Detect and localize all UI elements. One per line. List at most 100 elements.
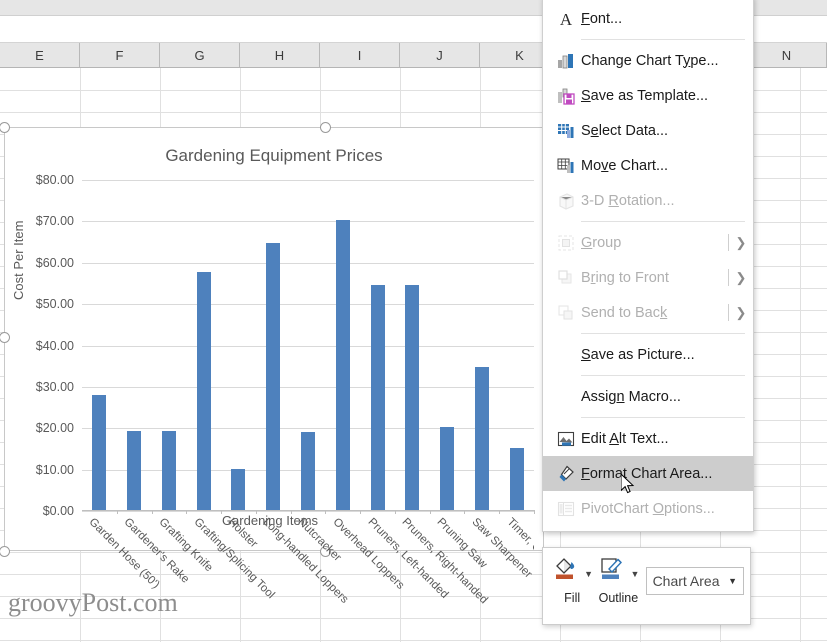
- x-axis-category-labels[interactable]: Garden Hose (50')Gardener's RakeGrafting…: [82, 516, 534, 626]
- menu-item-no-icon: [551, 344, 581, 366]
- alt-text-icon: [551, 428, 581, 450]
- column-header-E[interactable]: E: [0, 43, 80, 67]
- gridline: [82, 263, 534, 264]
- chart-object[interactable]: Gardening Equipment Prices Cost Per Item…: [4, 127, 544, 551]
- outline-label: Outline: [599, 591, 639, 605]
- cube-3d-icon: [551, 190, 581, 212]
- menu-item-format-chart-area[interactable]: Format Chart Area...: [543, 456, 753, 491]
- menu-item-label: 3-D Rotation...: [581, 193, 753, 209]
- menu-item-label: Save as Picture...: [581, 347, 753, 363]
- send-back-icon: [551, 302, 581, 324]
- bar[interactable]: [301, 432, 315, 510]
- fill-group[interactable]: ▼ Fill: [549, 555, 595, 605]
- menu-item-label: Format Chart Area...: [581, 466, 753, 482]
- svg-text:A: A: [560, 10, 573, 29]
- menu-item-label: Save as Template...: [581, 88, 753, 104]
- menu-item-label: Font...: [581, 11, 753, 27]
- select-data-icon: [551, 120, 581, 142]
- grid-line-horizontal: [0, 640, 827, 641]
- menu-item-label: Group: [581, 235, 729, 251]
- bar[interactable]: [440, 427, 454, 510]
- menu-item-label: Assign Macro...: [581, 389, 753, 405]
- save-template-icon: [551, 85, 581, 107]
- chart-resize-handle-middle-left[interactable]: [0, 332, 10, 343]
- y-axis-tick-label: $70.00: [36, 214, 74, 228]
- column-header-G[interactable]: G: [160, 43, 240, 67]
- submenu-chevron-right-icon[interactable]: ❯: [729, 305, 753, 321]
- gridline: [82, 346, 534, 347]
- bar[interactable]: [266, 243, 280, 510]
- bar[interactable]: [336, 220, 350, 510]
- menu-item-edit-alt-text[interactable]: Edit Alt Text...: [543, 421, 753, 456]
- column-header-I[interactable]: I: [320, 43, 400, 67]
- chart-resize-handle-top-center[interactable]: [320, 122, 331, 133]
- group-icon: [551, 232, 581, 254]
- chart-element-selector-chevron-down-icon[interactable]: ▼: [728, 576, 737, 586]
- plot-area[interactable]: $80.00$70.00$60.00$50.00$40.00$30.00$20.…: [82, 180, 534, 511]
- y-axis-tick-label: $80.00: [36, 173, 74, 187]
- chart-resize-handle-top-left[interactable]: [0, 122, 10, 133]
- menu-item-move-chart[interactable]: Move Chart...: [543, 148, 753, 183]
- menu-item-label: PivotChart Options...: [581, 501, 753, 517]
- chart-title[interactable]: Gardening Equipment Prices: [5, 146, 543, 166]
- menu-item-select-data[interactable]: Select Data...: [543, 113, 753, 148]
- bar[interactable]: [162, 431, 176, 510]
- column-header-F[interactable]: F: [80, 43, 160, 67]
- y-axis-tick-label: $60.00: [36, 256, 74, 270]
- gridline: [82, 221, 534, 222]
- move-chart-icon: [551, 155, 581, 177]
- menu-item-change-chart-type[interactable]: Change Chart Type...: [543, 43, 753, 78]
- gridline: [82, 304, 534, 305]
- y-axis-tick-label: $50.00: [36, 297, 74, 311]
- column-header-N[interactable]: N: [747, 43, 827, 67]
- bar[interactable]: [475, 367, 489, 510]
- mini-toolbar[interactable]: ▼ Fill ▼ Outline Chart Area ▼: [542, 547, 751, 625]
- pivotchart-icon: [551, 498, 581, 520]
- bar[interactable]: [92, 395, 106, 510]
- bar[interactable]: [371, 285, 385, 510]
- menu-item-group: Group❯: [543, 225, 753, 260]
- menu-separator: [581, 375, 745, 376]
- fill-label: Fill: [564, 591, 580, 605]
- menu-item-label: Send to Back: [581, 305, 729, 321]
- menu-item-label: Bring to Front: [581, 270, 729, 286]
- chart-element-selector[interactable]: Chart Area ▼: [646, 567, 744, 595]
- y-axis-title[interactable]: Cost Per Item: [11, 221, 26, 300]
- submenu-separator: [728, 269, 729, 286]
- grid-line-vertical: [800, 68, 801, 642]
- fill-bucket-icon[interactable]: [551, 555, 581, 586]
- menu-item-font[interactable]: A Font...: [543, 1, 753, 36]
- gridline: [82, 180, 534, 181]
- format-paint-icon: [551, 463, 581, 485]
- menu-item-bring-to-front: Bring to Front❯: [543, 260, 753, 295]
- column-header-H[interactable]: H: [240, 43, 320, 67]
- bar[interactable]: [127, 431, 141, 510]
- menu-item-label: Move Chart...: [581, 158, 753, 174]
- y-axis-tick-label: $20.00: [36, 421, 74, 435]
- bar[interactable]: [231, 469, 245, 510]
- bar[interactable]: [405, 285, 419, 510]
- bring-front-icon: [551, 267, 581, 289]
- menu-item-no-icon: [551, 386, 581, 408]
- bar[interactable]: [197, 272, 211, 510]
- fill-chevron-down-icon[interactable]: ▼: [584, 569, 593, 579]
- menu-item-assign-macro[interactable]: Assign Macro...: [543, 379, 753, 414]
- x-axis-title[interactable]: Gardening Items: [5, 513, 535, 528]
- menu-item-label: Select Data...: [581, 123, 753, 139]
- outline-group[interactable]: ▼ Outline: [595, 555, 641, 605]
- gridline: [82, 511, 534, 512]
- chart-context-menu[interactable]: A Font... Change Chart Type... Save as Temp…: [542, 0, 754, 532]
- gridline: [82, 428, 534, 429]
- y-axis-tick-label: $40.00: [36, 339, 74, 353]
- outline-pen-icon[interactable]: [597, 555, 627, 586]
- submenu-chevron-right-icon[interactable]: ❯: [729, 235, 753, 251]
- bar[interactable]: [510, 448, 524, 510]
- menu-item-send-to-back: Send to Back❯: [543, 295, 753, 330]
- outline-chevron-down-icon[interactable]: ▼: [630, 569, 639, 579]
- column-header-J[interactable]: J: [400, 43, 480, 67]
- submenu-chevron-right-icon[interactable]: ❯: [729, 270, 753, 286]
- menu-item-save-as-picture[interactable]: Save as Picture...: [543, 337, 753, 372]
- menu-item-save-as-template[interactable]: Save as Template...: [543, 78, 753, 113]
- gridline: [82, 387, 534, 388]
- chart-element-selector-value: Chart Area: [653, 573, 729, 589]
